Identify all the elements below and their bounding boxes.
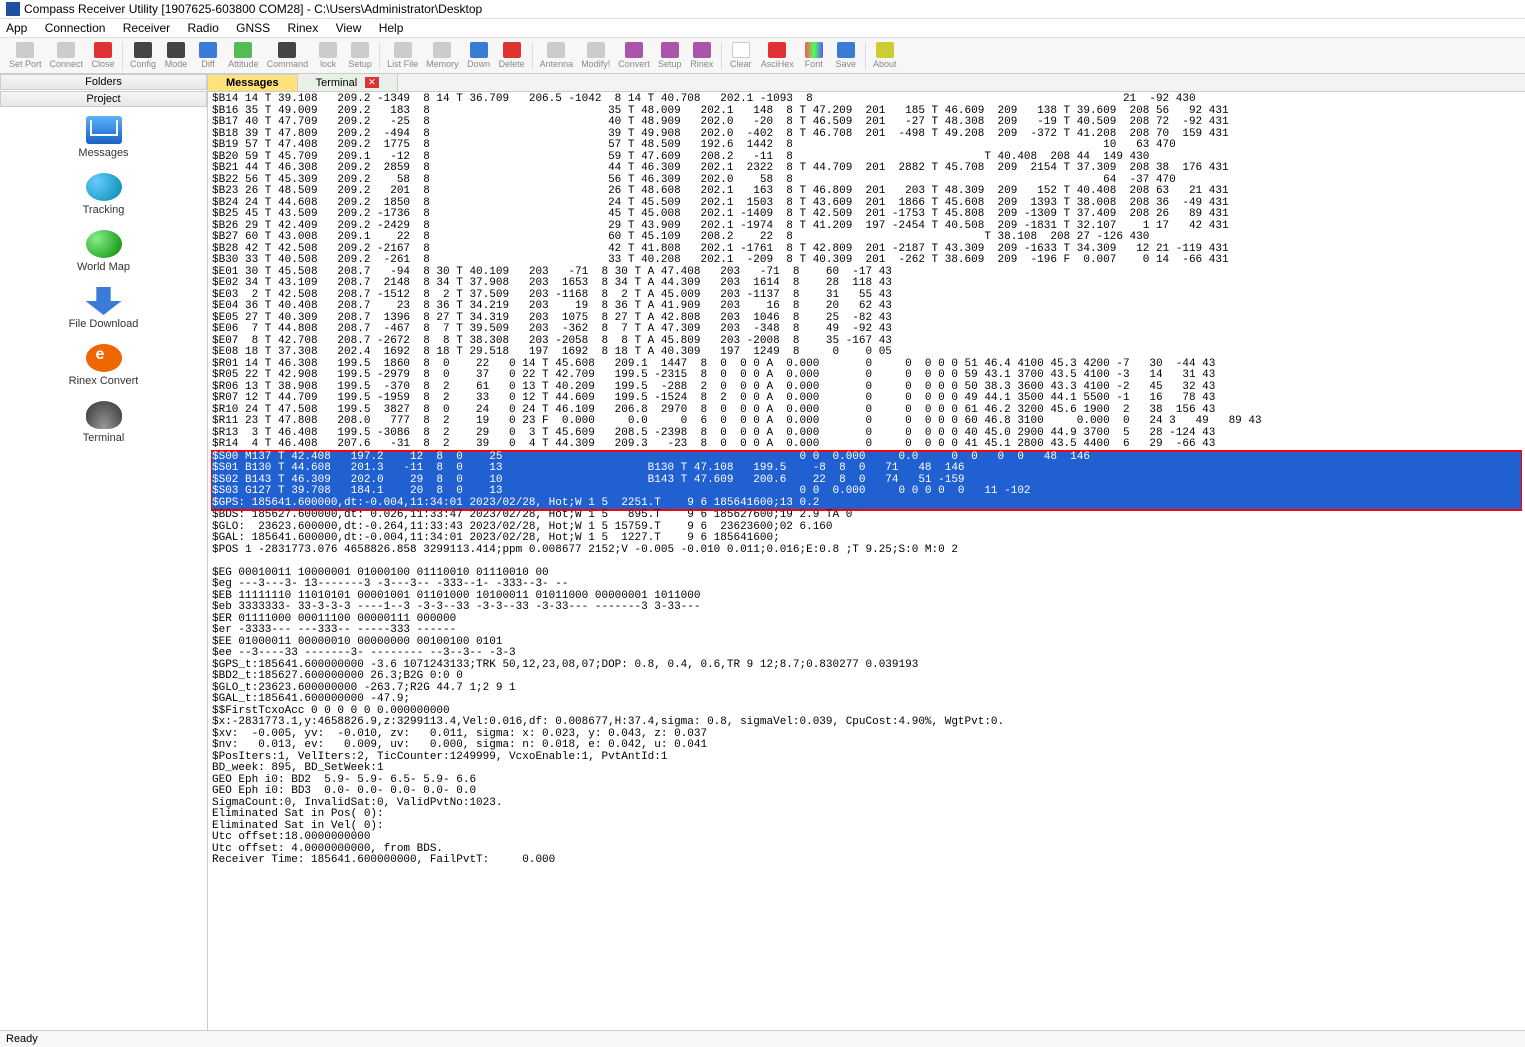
mode-button[interactable]: Mode (161, 40, 191, 71)
toolbar: Set Port Connect Close Config Mode Diff … (0, 38, 1525, 74)
sidebar-item-messages[interactable]: Messages (0, 116, 207, 159)
setup-button[interactable]: Setup (345, 40, 375, 71)
status-text: Ready (6, 1033, 38, 1045)
delete-button[interactable]: Delete (496, 40, 528, 71)
window-title: Compass Receiver Utility [1907625-603800… (24, 2, 482, 16)
command-button[interactable]: Command (264, 40, 312, 71)
sidebar-item-rinexconvert[interactable]: Rinex Convert (0, 344, 207, 387)
terminal-icon (86, 401, 122, 429)
tracking-icon (86, 173, 122, 201)
terminal-output[interactable]: $B14 14 T 39.108 209.2 -1349 8 14 T 36.7… (208, 92, 1525, 1030)
sidebar-item-tracking[interactable]: Tracking (0, 173, 207, 216)
sidebar-item-filedownload[interactable]: File Download (0, 287, 207, 330)
font-button[interactable]: Font (799, 40, 829, 71)
listfile-button[interactable]: List File (384, 40, 421, 71)
setport-button[interactable]: Set Port (6, 40, 45, 71)
menu-receiver[interactable]: Receiver (123, 21, 170, 35)
sidebar-item-terminal[interactable]: Terminal (0, 401, 207, 444)
rinex-icon (86, 344, 122, 372)
tab-terminal[interactable]: Terminal✕ (298, 74, 398, 91)
tab-messages[interactable]: Messages (208, 74, 298, 91)
clear-button[interactable]: Clear (726, 40, 756, 71)
menu-rinex[interactable]: Rinex (288, 21, 319, 35)
world-icon (86, 230, 122, 258)
menu-radio[interactable]: Radio (187, 21, 218, 35)
terminal-text-highlight: $S00 M137 T 42.408 197.2 12 8 0 25 0 0 0… (212, 451, 1521, 511)
close-tab-icon[interactable]: ✕ (365, 77, 379, 88)
sidebar: Folders Project Messages Tracking World … (0, 74, 208, 1030)
terminal-text-post: $BDS: 185627.600000,dt: 0.026,11:33:47 2… (212, 510, 1521, 867)
rinex-button[interactable]: Rinex (687, 40, 717, 71)
save-button[interactable]: Save (831, 40, 861, 71)
about-button[interactable]: About (870, 40, 900, 71)
terminal-text-pre: $B14 14 T 39.108 209.2 -1349 8 14 T 36.7… (212, 94, 1521, 451)
config-button[interactable]: Config (127, 40, 159, 71)
attitude-button[interactable]: Attitude (225, 40, 262, 71)
project-header[interactable]: Project (0, 91, 207, 107)
sidebar-item-worldmap[interactable]: World Map (0, 230, 207, 273)
down-button[interactable]: Down (464, 40, 494, 71)
status-bar: Ready (0, 1030, 1525, 1047)
antenna-button[interactable]: Antenna (537, 40, 577, 71)
diff-button[interactable]: Diff (193, 40, 223, 71)
title-bar: Compass Receiver Utility [1907625-603800… (0, 0, 1525, 19)
convert-button[interactable]: Convert (615, 40, 653, 71)
menu-connection[interactable]: Connection (45, 21, 106, 35)
tab-bar: Messages Terminal✕ (208, 74, 1525, 92)
connect-button[interactable]: Connect (47, 40, 87, 71)
menu-gnss[interactable]: GNSS (236, 21, 270, 35)
lock-button[interactable]: lock (313, 40, 343, 71)
memory-button[interactable]: Memory (423, 40, 462, 71)
menu-help[interactable]: Help (379, 21, 404, 35)
menu-bar: App Connection Receiver Radio GNSS Rinex… (0, 19, 1525, 38)
modify-button[interactable]: Modify! (578, 40, 613, 71)
close-button[interactable]: Close (88, 40, 118, 71)
menu-app[interactable]: App (6, 21, 27, 35)
download-icon (86, 287, 122, 315)
folders-header[interactable]: Folders (0, 74, 207, 90)
ascihex-button[interactable]: AsciHex (758, 40, 797, 71)
app-icon (6, 2, 20, 16)
setup2-button[interactable]: Setup (655, 40, 685, 71)
mail-icon (86, 116, 122, 144)
menu-view[interactable]: View (336, 21, 362, 35)
